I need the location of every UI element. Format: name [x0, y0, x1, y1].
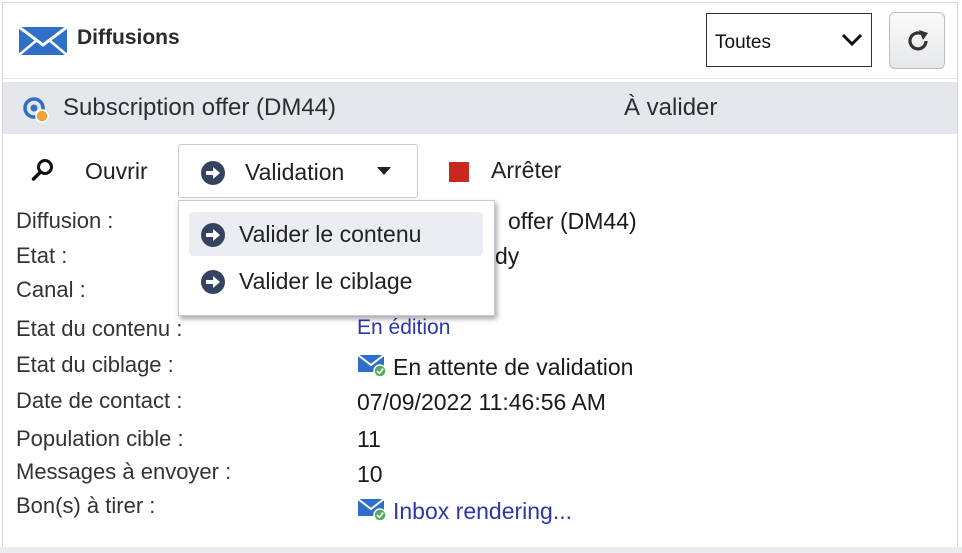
menu-item-label: Valider le ciblage — [239, 268, 413, 294]
delivery-value: offer (DM44) — [508, 208, 637, 234]
validation-button-label: Validation — [245, 159, 345, 185]
chevron-down-icon — [841, 33, 863, 47]
targeting-state-row: En attente de validation — [357, 352, 633, 381]
panel-header: Diffusions Toutes — [3, 3, 957, 79]
filter-select[interactable]: Toutes — [706, 13, 872, 67]
menu-item-validate-targeting[interactable]: Valider le ciblage — [189, 259, 483, 303]
deliveries-panel: Diffusions Toutes Subscription offer (DM… — [2, 2, 958, 549]
validation-dropdown-menu: Valider le contenu Valider le ciblage — [178, 200, 495, 316]
arrow-circle-icon — [201, 161, 225, 185]
stop-button[interactable]: Arrêter — [491, 157, 561, 184]
refresh-button[interactable] — [889, 12, 945, 69]
caret-down-icon — [377, 167, 391, 175]
stop-icon[interactable] — [449, 162, 469, 182]
open-button[interactable]: Ouvrir — [85, 158, 148, 185]
contact-date-value: 07/09/2022 11:46:56 AM — [357, 389, 606, 415]
targeting-state-value: En attente de validation — [393, 354, 634, 380]
proofs-label: Bon(s) à tirer : — [16, 493, 156, 518]
envelope-icon — [18, 26, 68, 56]
messages-to-send-label: Messages à envoyer : — [16, 459, 232, 484]
messages-to-send-value: 10 — [357, 461, 383, 487]
channel-label: Canal : — [16, 277, 86, 302]
refresh-icon — [908, 30, 928, 51]
panel-title: Diffusions — [77, 26, 180, 49]
delivery-summary-bar: Subscription offer (DM44) À valider — [3, 82, 957, 134]
validation-button[interactable]: Validation — [178, 144, 418, 198]
bottom-edge — [0, 547, 962, 553]
state-label: Etat : — [16, 243, 68, 268]
proofs-row[interactable]: Inbox rendering... — [357, 496, 572, 525]
target-population-value: 11 — [357, 426, 381, 452]
state-value: dy — [495, 243, 520, 269]
arrow-circle-icon — [201, 270, 225, 294]
content-state-label: Etat du contenu : — [16, 316, 183, 341]
delivery-name[interactable]: Subscription offer (DM44) — [63, 94, 336, 122]
target-population-label: Population cible : — [16, 426, 184, 451]
search-icon[interactable] — [31, 158, 55, 182]
delivery-status-icon — [23, 97, 49, 123]
proofs-link[interactable]: Inbox rendering... — [393, 498, 572, 524]
content-state-value[interactable]: En édition — [357, 316, 450, 340]
delivery-status: À valider — [624, 94, 718, 121]
filter-select-value: Toutes — [715, 32, 771, 53]
arrow-circle-icon — [201, 223, 225, 247]
menu-item-label: Valider le contenu — [239, 221, 422, 247]
contact-date-label: Date de contact : — [16, 388, 183, 413]
mail-check-icon — [357, 354, 387, 378]
mail-check-icon — [357, 498, 387, 522]
menu-item-validate-content[interactable]: Valider le contenu — [189, 212, 483, 256]
delivery-label: Diffusion : — [16, 208, 114, 233]
targeting-state-label: Etat du ciblage : — [16, 352, 174, 377]
